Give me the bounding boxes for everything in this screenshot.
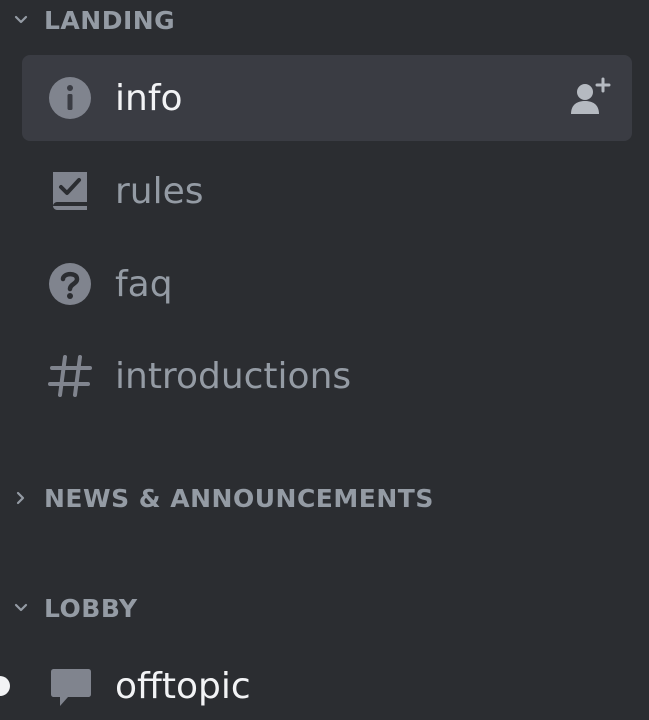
channel-name: faq bbox=[115, 263, 173, 305]
channel-name: introductions bbox=[115, 355, 352, 397]
channel-sidebar: LANDING info rules faq introductions NEW… bbox=[0, 0, 649, 720]
channel-name: info bbox=[115, 77, 183, 119]
chevron-down-icon bbox=[12, 599, 30, 617]
question-icon bbox=[46, 260, 94, 308]
category-label: NEWS & ANNOUNCEMENTS bbox=[44, 483, 434, 513]
category-news-announcements[interactable]: NEWS & ANNOUNCEMENTS bbox=[0, 478, 434, 518]
channel-faq[interactable]: faq bbox=[22, 241, 632, 327]
rules-icon bbox=[46, 167, 94, 215]
create-invite-icon[interactable] bbox=[568, 76, 612, 120]
forum-icon bbox=[46, 662, 94, 710]
unread-indicator bbox=[0, 676, 10, 696]
category-lobby[interactable]: LOBBY bbox=[0, 588, 138, 628]
hashtag-icon bbox=[46, 352, 94, 400]
channel-info[interactable]: info bbox=[22, 55, 632, 141]
info-icon bbox=[46, 74, 94, 122]
category-label: LANDING bbox=[44, 5, 176, 35]
channel-offtopic[interactable]: offtopic bbox=[22, 643, 632, 720]
category-label: LOBBY bbox=[44, 593, 138, 623]
channel-introductions[interactable]: introductions bbox=[22, 333, 632, 419]
channel-name: rules bbox=[115, 170, 204, 212]
channel-name: offtopic bbox=[115, 665, 251, 707]
chevron-right-icon bbox=[12, 489, 30, 507]
chevron-down-icon bbox=[12, 11, 30, 29]
channel-rules[interactable]: rules bbox=[22, 148, 632, 234]
category-landing[interactable]: LANDING bbox=[0, 0, 175, 40]
